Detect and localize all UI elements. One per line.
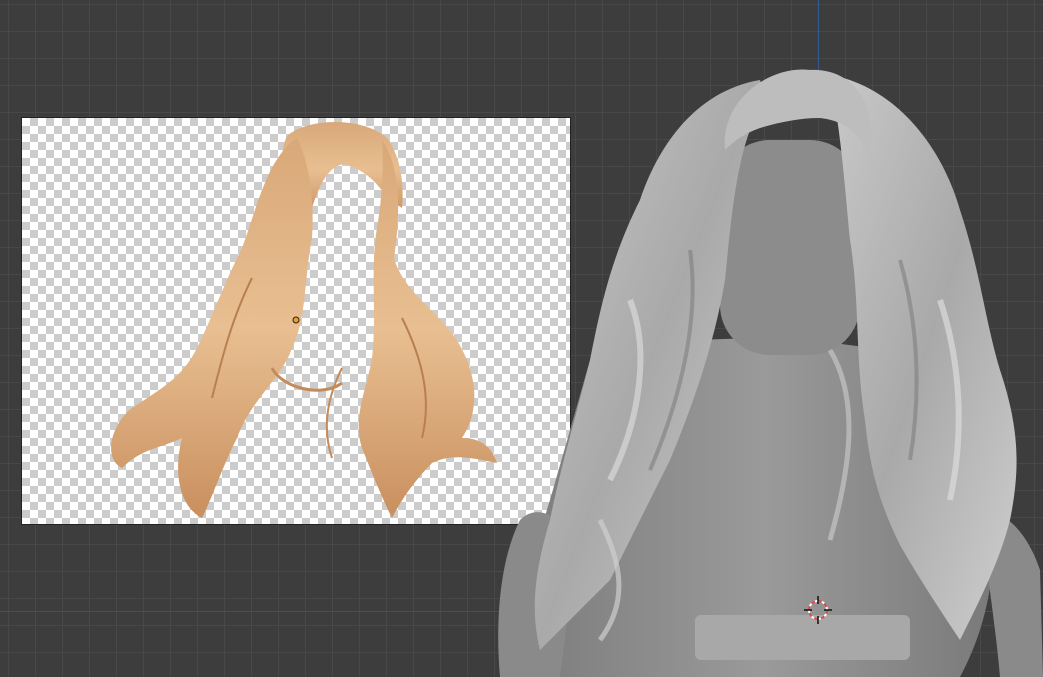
3d-cursor-icon[interactable]	[804, 596, 832, 624]
3d-viewport[interactable]	[0, 0, 1043, 677]
avatar-model-drawing	[498, 69, 1043, 677]
avatar-model[interactable]	[480, 0, 1043, 677]
